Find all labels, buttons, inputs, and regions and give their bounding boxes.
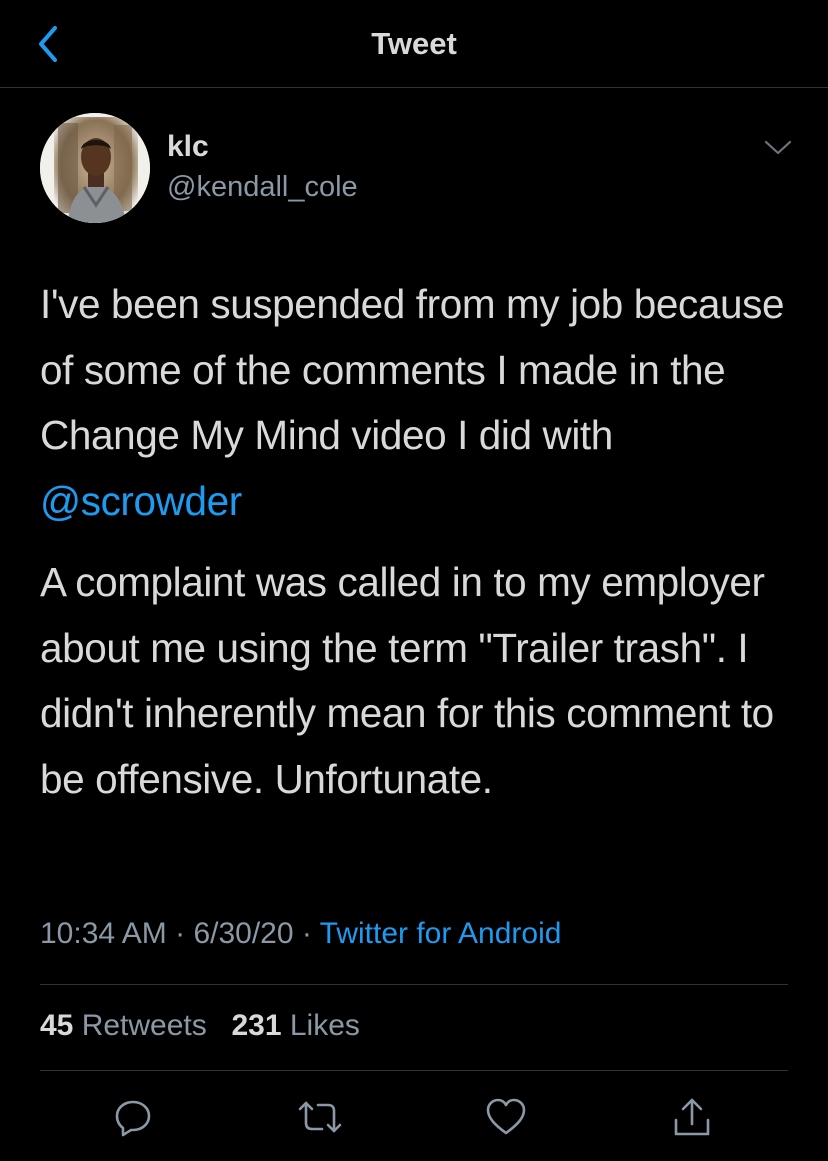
tweet-date: 6/30/20 xyxy=(193,917,294,950)
meta-separator: · xyxy=(293,917,320,950)
tweet-time: 10:34 AM xyxy=(40,917,167,950)
display-name[interactable]: klc xyxy=(167,130,209,164)
retweet-button[interactable] xyxy=(296,1093,344,1141)
tweet-paragraph: I've been suspended from my job because … xyxy=(40,272,800,534)
user-handle[interactable]: @kendall_cole xyxy=(167,171,358,204)
tweet-paragraph-text: I've been suspended from my job because … xyxy=(40,281,785,458)
share-button[interactable] xyxy=(668,1093,716,1141)
page-title: Tweet xyxy=(371,26,457,61)
meta-separator: · xyxy=(166,917,194,950)
divider xyxy=(40,984,788,985)
retweets-label: Retweets xyxy=(73,1009,207,1042)
tweet-paragraph: A complaint was called in to my employer… xyxy=(40,559,774,802)
engagement-stats: 45 Retweets 231 Likes xyxy=(40,1009,360,1043)
like-button[interactable] xyxy=(482,1093,530,1141)
chevron-down-icon xyxy=(764,140,792,155)
mention-link[interactable]: @scrowder xyxy=(40,478,242,524)
top-bar: Tweet xyxy=(0,0,828,88)
retweets-stat[interactable]: 45 Retweets xyxy=(40,1009,207,1042)
likes-count: 231 xyxy=(231,1009,282,1042)
likes-label: Likes xyxy=(281,1009,360,1042)
avatar[interactable] xyxy=(40,113,150,223)
divider xyxy=(40,1070,788,1071)
likes-stat[interactable]: 231 Likes xyxy=(231,1009,359,1042)
profile-photo xyxy=(40,113,150,223)
tweet-body: I've been suspended from my job because … xyxy=(40,272,800,812)
reply-icon xyxy=(115,1100,151,1137)
share-icon xyxy=(674,1098,710,1136)
tweet-source-link[interactable]: Twitter for Android xyxy=(320,917,562,950)
reply-button[interactable] xyxy=(109,1093,157,1141)
retweet-icon xyxy=(298,1101,342,1133)
retweets-count: 45 xyxy=(40,1009,74,1042)
heart-icon xyxy=(486,1098,526,1135)
more-options-button[interactable] xyxy=(760,132,796,164)
tweet-metadata: 10:34 AM · 6/30/20 · Twitter for Android xyxy=(40,917,561,951)
